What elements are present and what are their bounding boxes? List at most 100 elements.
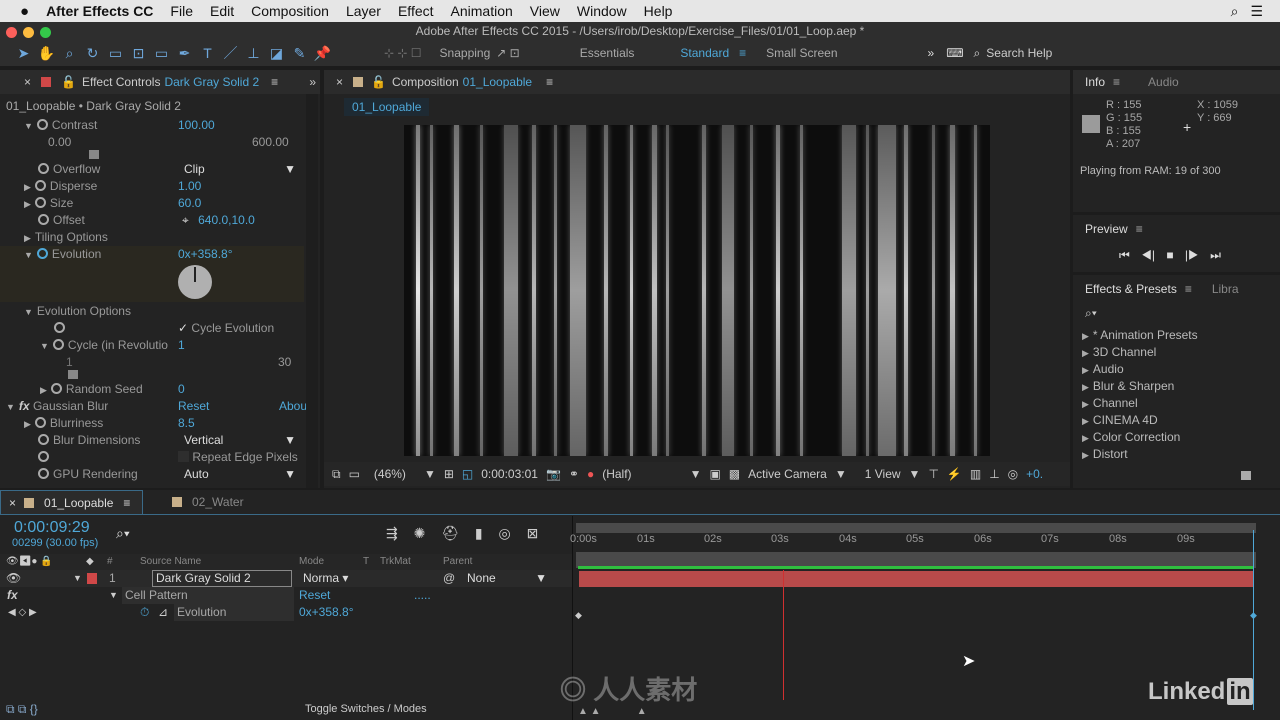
tab-audio[interactable]: Audio	[1148, 75, 1179, 89]
composition-tab[interactable]: × 🔓 Composition 01_Loopable ≡	[324, 70, 1070, 94]
lock-icon[interactable]: 🔓	[61, 75, 76, 89]
monitor-icon[interactable]: ▭	[349, 467, 360, 481]
comp-subtab[interactable]: 01_Loopable	[344, 98, 430, 116]
transparency-grid-icon[interactable]: ▩	[729, 467, 740, 481]
exposure-value[interactable]: +0.	[1026, 467, 1043, 481]
hand-tool-icon[interactable]: ✋	[35, 45, 58, 62]
draft-3d-icon[interactable]: ✺	[414, 525, 426, 541]
effects-category[interactable]: ▶ * Animation Presets	[1082, 327, 1198, 344]
eraser-tool-icon[interactable]: ◪	[265, 45, 288, 62]
overflow-dropdown[interactable]: Clip ▼	[184, 161, 296, 178]
stopwatch-icon[interactable]	[38, 468, 49, 479]
snapping-label[interactable]: Snapping	[440, 46, 491, 60]
layer-label-color[interactable]	[87, 573, 97, 584]
axis-mode-icons[interactable]: ⊹ ⊹ ☐	[384, 46, 422, 60]
effects-category[interactable]: ▶ 3D Channel	[1082, 344, 1156, 361]
pen-tool-icon[interactable]: ✒	[173, 45, 196, 62]
repeat-edge-checkbox[interactable]: Repeat Edge Pixels	[178, 449, 298, 466]
first-frame-button[interactable]: ⏮	[1119, 248, 1130, 262]
panel-menu-icon[interactable]: ≡	[1113, 75, 1120, 89]
expand-icon[interactable]: ▼	[73, 570, 82, 587]
menu-layer[interactable]: Layer	[346, 3, 381, 19]
current-time[interactable]: 0:00:03:01	[481, 467, 538, 481]
expand-icon[interactable]: ▶	[24, 199, 31, 209]
workspace-menu-icon[interactable]: ≡	[739, 46, 746, 60]
layer-name[interactable]: Dark Gray Solid 2	[152, 570, 292, 587]
effects-category[interactable]: ▶ Distort	[1082, 446, 1128, 463]
menu-composition[interactable]: Composition	[251, 3, 329, 19]
expand-panels-icon[interactable]: »	[309, 75, 316, 89]
menu-window[interactable]: Window	[577, 3, 627, 19]
timeline-search-icon[interactable]: ⌕▾	[116, 525, 130, 542]
keyframe-start[interactable]: ◆	[575, 610, 582, 621]
evolution-dial[interactable]	[178, 265, 212, 299]
blurriness-value[interactable]: 8.5	[178, 415, 195, 432]
effects-category[interactable]: ▶ Audio	[1082, 361, 1124, 378]
zoom-tool-icon[interactable]: ⌕	[58, 45, 81, 62]
camera-tool-icon[interactable]: ▭	[104, 45, 127, 62]
pan-behind-tool-icon[interactable]: ⊡	[127, 45, 150, 62]
clone-stamp-tool-icon[interactable]: ⊥	[242, 45, 265, 62]
zoom-slider[interactable]: ▲ ▲ ▲	[578, 706, 647, 717]
cycle-slider-handle[interactable]	[68, 370, 78, 379]
fast-previews-icon[interactable]: ⚡	[947, 467, 962, 481]
stopwatch-icon[interactable]	[50, 383, 62, 394]
mode-dropdown[interactable]: Norma ▾	[303, 570, 348, 587]
blur-dimensions-dropdown[interactable]: Vertical ▼	[184, 432, 296, 449]
offset-value[interactable]: 640.0,10.0	[198, 213, 255, 227]
evolution-value[interactable]: 0x+358.8°	[299, 604, 354, 621]
timeline-tab-active[interactable]: × 01_Loopable ≡	[0, 490, 143, 514]
gaussian-reset-link[interactable]: Reset	[178, 398, 209, 415]
contrast-value[interactable]: 100.00	[178, 117, 215, 134]
eye-icon[interactable]: 👁	[6, 570, 21, 587]
tab-effects-presets[interactable]: Effects & Presets	[1085, 282, 1177, 296]
chevron-down-icon[interactable]: ▼	[909, 467, 921, 481]
view-layout-dropdown[interactable]: 1 View	[865, 467, 901, 481]
stopwatch-icon[interactable]	[34, 180, 46, 191]
panel-menu-icon[interactable]: ≡	[1136, 222, 1143, 236]
expand-icon[interactable]: ▶	[24, 182, 31, 192]
disperse-value[interactable]: 1.00	[178, 178, 201, 195]
type-tool-icon[interactable]: T	[196, 45, 219, 61]
close-icon[interactable]: ×	[336, 75, 343, 89]
expand-icon[interactable]: ▶	[24, 233, 31, 243]
stopwatch-icon[interactable]	[38, 214, 49, 225]
selection-tool-icon[interactable]: ➤	[12, 45, 35, 62]
stopwatch-icon[interactable]	[38, 451, 49, 462]
current-time-indicator[interactable]	[1253, 530, 1254, 710]
zoom-window-button[interactable]	[40, 27, 51, 38]
cell-pattern-effect[interactable]: Cell Pattern	[122, 587, 294, 604]
menu-animation[interactable]: Animation	[451, 3, 513, 19]
roi-icon[interactable]: ▣	[709, 467, 720, 481]
gpu-rendering-dropdown[interactable]: Auto ▼	[184, 466, 296, 483]
workspace-essentials[interactable]: Essentials	[580, 46, 635, 60]
menu-help[interactable]: Help	[644, 3, 673, 19]
workspace-small-screen[interactable]: Small Screen	[766, 46, 837, 60]
timeline-icon[interactable]: ▥	[970, 467, 981, 481]
chevron-down-icon[interactable]: ▼	[835, 467, 847, 481]
work-area-bar[interactable]	[576, 523, 1256, 533]
exposure-reset-icon[interactable]: ◎	[1008, 467, 1018, 481]
mask-visibility-icon[interactable]: ◱	[462, 467, 473, 481]
parent-dropdown[interactable]: None ▼	[467, 570, 547, 587]
effect-reset-link[interactable]: Reset	[299, 587, 330, 604]
menu-extras-icon[interactable]: ☰	[1250, 3, 1263, 20]
lock-icon[interactable]: 🔓	[371, 75, 386, 89]
contrast-slider-handle[interactable]	[89, 150, 99, 159]
stopwatch-icon[interactable]	[38, 434, 49, 445]
more-workspaces-icon[interactable]: »	[928, 46, 935, 60]
scrollbar[interactable]	[306, 94, 318, 488]
brush-tool-icon[interactable]: ／	[219, 43, 242, 63]
pixel-aspect-icon[interactable]: ⊤	[928, 467, 938, 481]
show-snapshot-icon[interactable]: ⚭	[569, 467, 579, 481]
workspace-standard[interactable]: Standard	[680, 46, 729, 60]
effects-category[interactable]: ▶ Channel	[1082, 395, 1138, 412]
source-name-header[interactable]: Source Name	[140, 554, 201, 570]
rectangle-tool-icon[interactable]: ▭	[150, 45, 173, 62]
cycle-evolution-checkbox[interactable]: ✓ Cycle Evolution	[178, 320, 274, 337]
close-icon[interactable]: ×	[24, 75, 31, 89]
panel-menu-icon[interactable]: ≡	[123, 496, 130, 510]
last-frame-button[interactable]: ⏭	[1210, 248, 1221, 262]
parent-pickwhip-icon[interactable]: @	[443, 570, 455, 587]
chevron-down-icon[interactable]: ▼	[690, 467, 702, 481]
